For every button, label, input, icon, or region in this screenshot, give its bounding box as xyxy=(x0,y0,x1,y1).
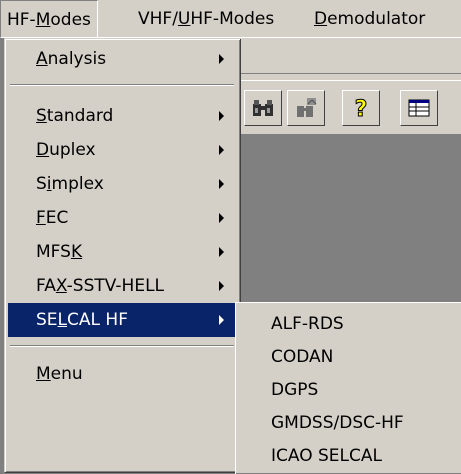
menu-item-selcal-hf[interactable]: SELCAL HF xyxy=(8,303,236,337)
svg-text:?: ? xyxy=(355,97,368,121)
menu-item-analysis[interactable]: Analysis xyxy=(8,42,236,76)
menu-item-mfsk[interactable]: MFSK xyxy=(8,235,236,269)
hf-modes-menu: Analysis Standard Duplex Simplex FEC MFS… xyxy=(4,38,240,472)
menu-item-menu[interactable]: Menu xyxy=(8,357,236,391)
grid-icon[interactable] xyxy=(400,90,438,126)
submenu-arrow-icon xyxy=(219,54,224,64)
app-strip xyxy=(240,38,461,74)
help-icon[interactable]: ? xyxy=(342,90,380,126)
menubar-item-vhf-uhf-modes[interactable]: VHF/UHF-Modes xyxy=(132,0,280,38)
menu-bar: HF-Modes VHF/UHF-Modes Demodulator xyxy=(0,0,461,38)
submenu-arrow-icon xyxy=(219,111,224,121)
submenu-item-icao-selcal[interactable]: ICAO SELCAL xyxy=(238,440,460,473)
submenu-arrow-icon xyxy=(219,213,224,223)
submenu-arrow-icon xyxy=(219,145,224,155)
submenu-item-dgps[interactable]: DGPS xyxy=(238,374,460,407)
submenu-arrow-icon xyxy=(219,281,224,291)
menubar-item-hf-modes[interactable]: HF-Modes xyxy=(0,0,98,38)
selcal-hf-submenu: ALF-RDS CODAN DGPS GMDSS/DSC-HF ICAO SEL… xyxy=(235,302,461,474)
menu-item-simplex[interactable]: Simplex xyxy=(8,167,236,201)
menubar-item-demodulator[interactable]: Demodulator xyxy=(308,0,431,38)
submenu-arrow-icon xyxy=(219,247,224,257)
binoculars-icon[interactable] xyxy=(244,90,282,126)
menu-item-fec[interactable]: FEC xyxy=(8,201,236,235)
find-replace-icon[interactable] xyxy=(287,90,325,126)
submenu-arrow-icon xyxy=(219,315,224,325)
menu-item-standard[interactable]: Standard xyxy=(8,99,236,133)
menu-separator xyxy=(10,345,234,347)
submenu-item-codan[interactable]: CODAN xyxy=(238,341,460,374)
submenu-arrow-icon xyxy=(219,179,224,189)
submenu-item-gmdss-dsc-hf[interactable]: GMDSS/DSC-HF xyxy=(238,407,460,440)
toolbar: ? xyxy=(240,80,461,136)
menu-item-fax-sstv-hell[interactable]: FAX-SSTV-HELL xyxy=(8,269,236,303)
submenu-item-alf-rds[interactable]: ALF-RDS xyxy=(238,308,460,341)
menu-item-duplex[interactable]: Duplex xyxy=(8,133,236,167)
menu-separator xyxy=(10,84,234,86)
